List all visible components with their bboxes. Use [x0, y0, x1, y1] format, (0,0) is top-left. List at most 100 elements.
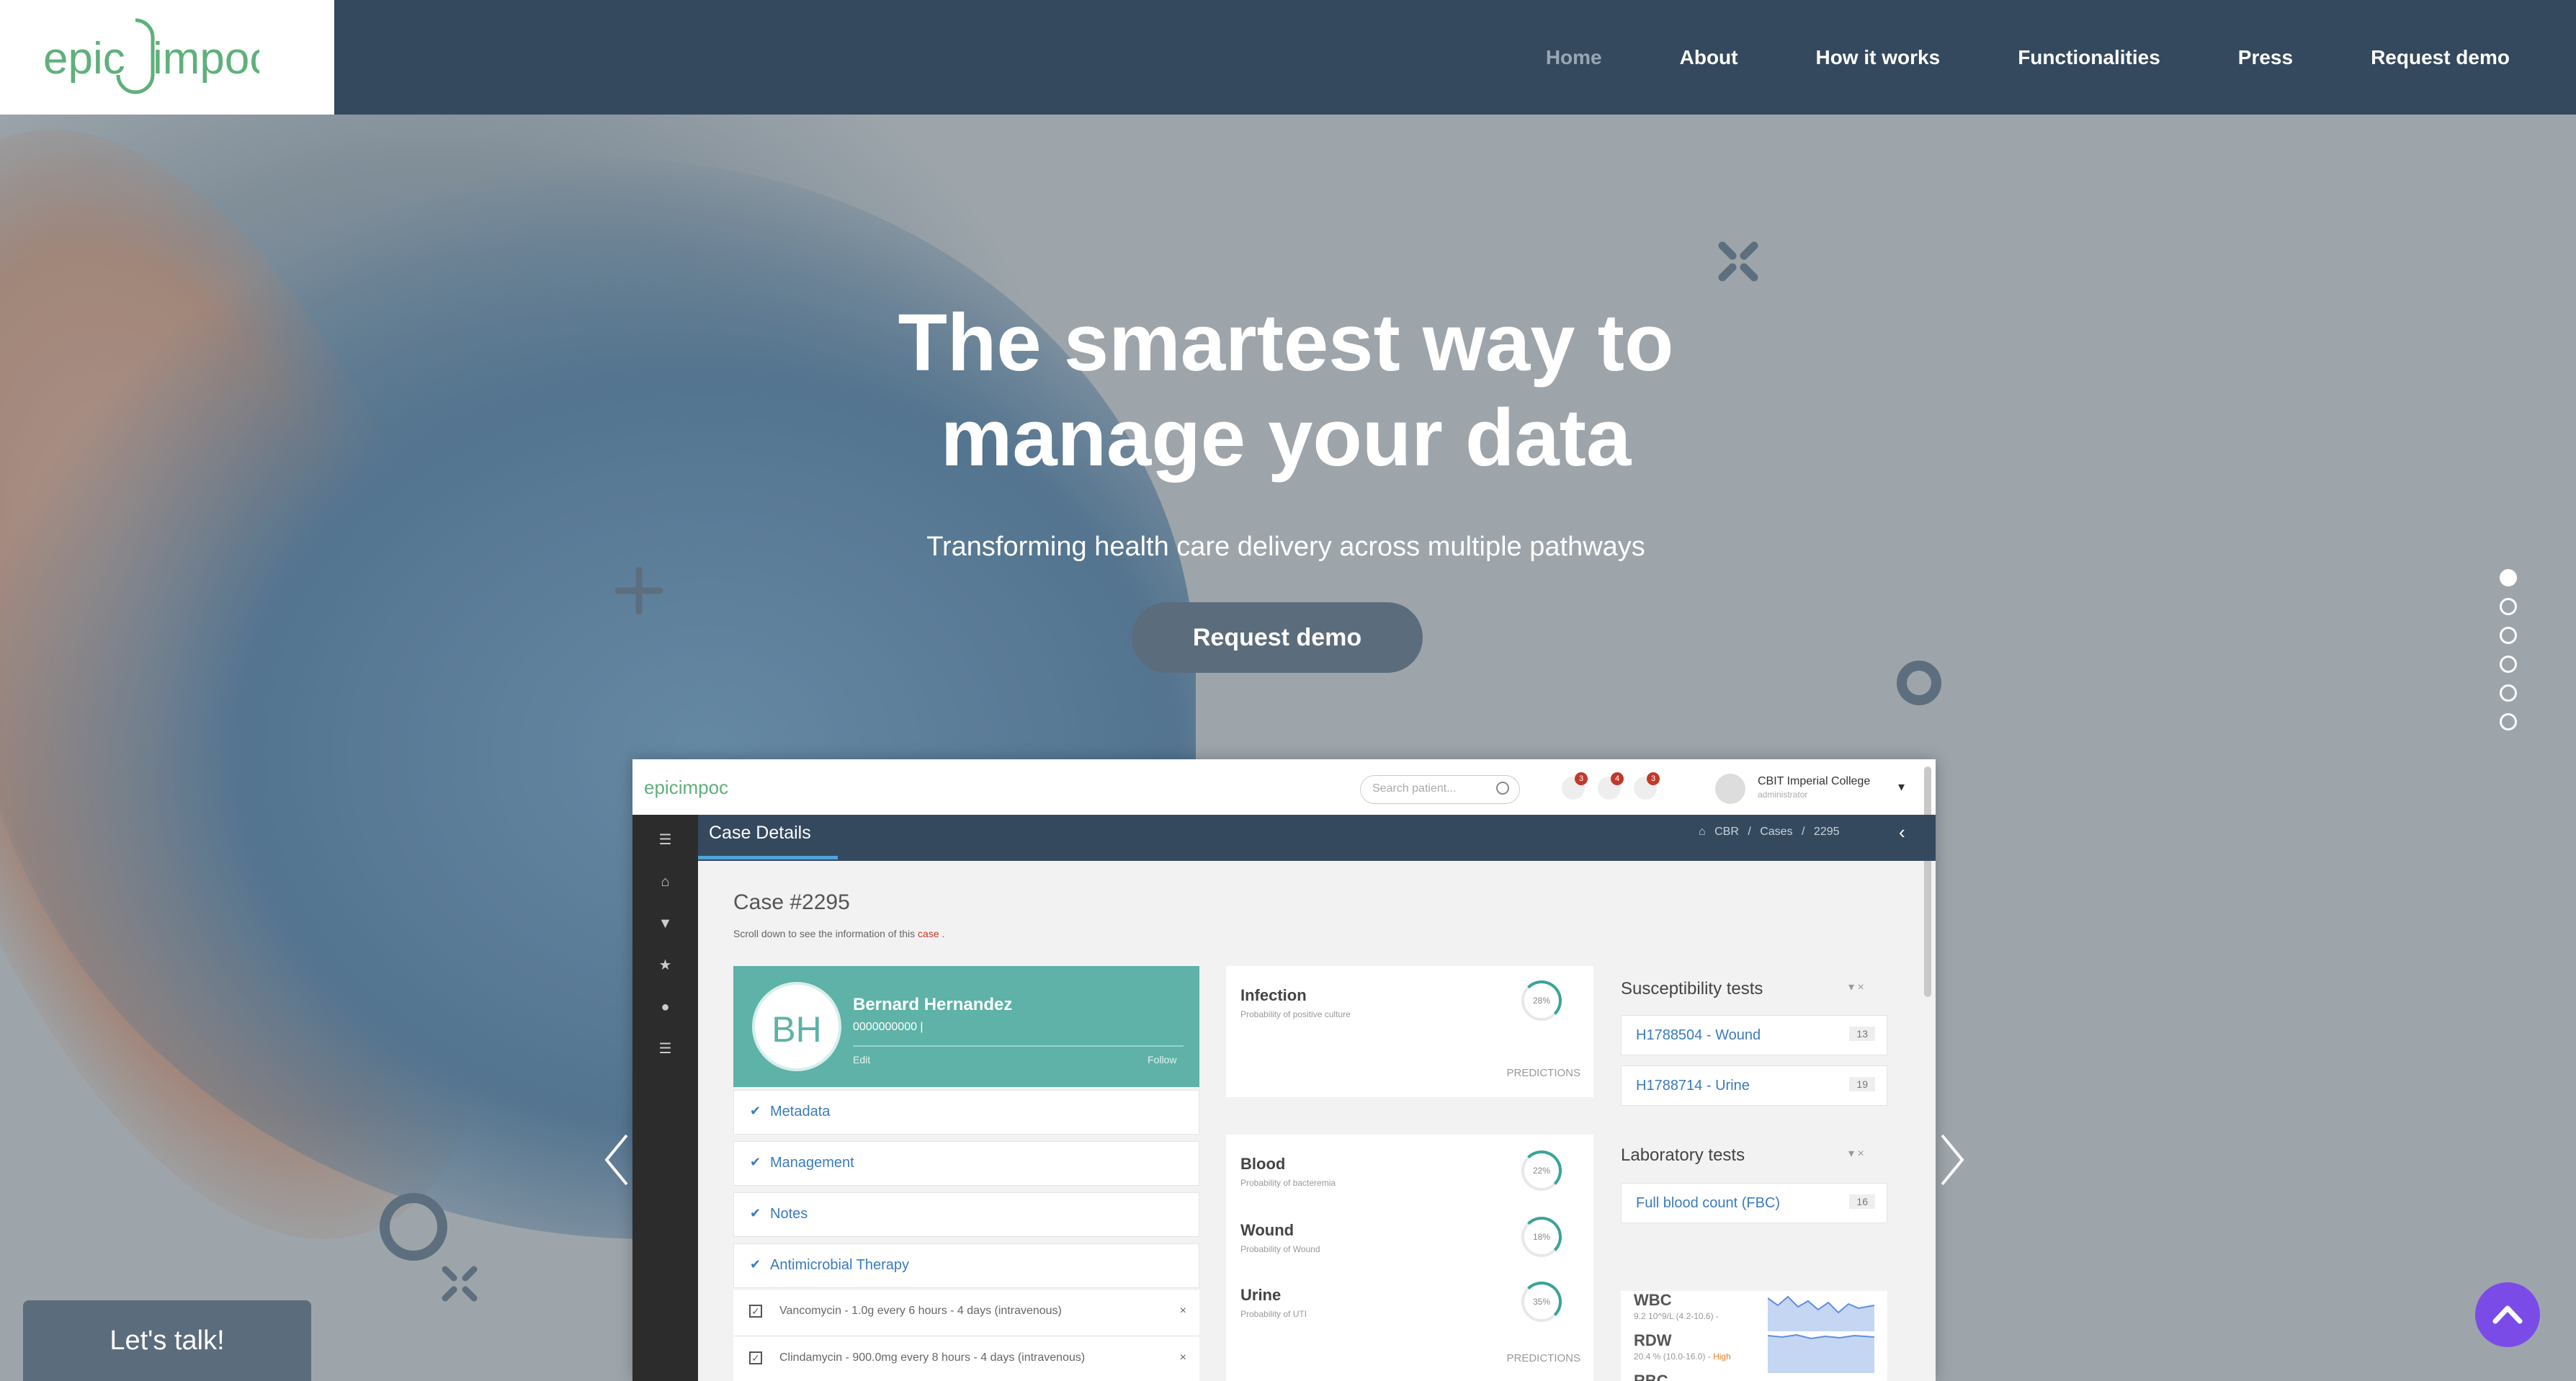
- case-subtitle-text: Scroll down to see the information of th…: [733, 928, 916, 939]
- app-search-placeholder: Search patient...: [1372, 782, 1457, 795]
- menu-icon[interactable]: ☰: [658, 832, 674, 848]
- badge-bell: 3: [1647, 772, 1660, 785]
- collapse-icon-2[interactable]: ▾ ×: [1848, 1146, 1864, 1161]
- section-metadata[interactable]: ✔ Metadata: [733, 1090, 1199, 1135]
- section-label: Antimicrobial Therapy: [770, 1257, 910, 1273]
- check-icon: ✔: [750, 1155, 761, 1169]
- section-management[interactable]: ✔ Management: [733, 1141, 1199, 1186]
- urine-gauge: 35%: [1521, 1282, 1562, 1322]
- slide-dot-6[interactable]: [2500, 713, 2517, 730]
- slide-dot-5[interactable]: [2500, 684, 2517, 702]
- section-label: Management: [770, 1155, 854, 1171]
- patient-card: BH Bernard Hernandez 0000000000 | Edit F…: [733, 966, 1199, 1087]
- home-icon[interactable]: ⌂: [658, 874, 674, 890]
- hero-title-line1: The smartest way to: [898, 298, 1674, 388]
- carousel-prev-icon[interactable]: [602, 1131, 631, 1189]
- section-notes[interactable]: ✔ Notes: [733, 1192, 1199, 1237]
- breadcrumb[interactable]: ⌂ CBR / Cases / 2295: [1699, 826, 1840, 839]
- nav-press[interactable]: Press: [2238, 46, 2293, 69]
- patient-divider: [853, 1045, 1184, 1047]
- med-checkbox-1[interactable]: ✓: [749, 1305, 762, 1318]
- nav-about[interactable]: About: [1680, 46, 1738, 69]
- nav-home[interactable]: Home: [1546, 46, 1602, 69]
- search-icon: [1496, 782, 1509, 795]
- app-search-input[interactable]: Search patient...: [1360, 775, 1520, 804]
- app-preview: epicimpoc Search patient... 3 4 3 CBIT I…: [632, 759, 1936, 1381]
- chevron-down-icon[interactable]: ▾: [1898, 779, 1905, 795]
- logo-container[interactable]: epic impoc: [0, 0, 334, 115]
- wound-gauge: 18%: [1521, 1217, 1562, 1257]
- app-logo: epicimpoc: [644, 777, 728, 798]
- check-icon: ✔: [750, 1104, 761, 1118]
- lab-item-label: Full blood count (FBC): [1636, 1195, 1781, 1211]
- remove-icon[interactable]: ×: [1180, 1351, 1186, 1364]
- susceptibility-item-1-count: 13: [1849, 1027, 1875, 1041]
- nav-functionalities[interactable]: Functionalities: [2018, 46, 2160, 69]
- slide-indicators: [2500, 569, 2521, 742]
- check-icon: ✔: [750, 1206, 761, 1220]
- back-chevron-icon[interactable]: ‹: [1899, 821, 1905, 844]
- request-demo-button[interactable]: Request demo: [1132, 602, 1423, 673]
- lab-row-rbc-name: RBC: [1634, 1372, 1668, 1381]
- lab-item-fbc[interactable]: Full blood count (FBC) 16: [1621, 1183, 1887, 1223]
- chevron-up-icon: [2492, 1305, 2523, 1324]
- hero-title: The smartest way to manage your data: [720, 295, 1851, 486]
- users-icon[interactable]: ●: [658, 999, 674, 1015]
- wbc-sparkline: [1768, 1295, 1874, 1331]
- patient-name: Bernard Hernandez: [853, 995, 1013, 1014]
- infection-gauge: 28%: [1521, 980, 1562, 1021]
- patient-edit-link[interactable]: Edit: [853, 1054, 870, 1065]
- lab-row-wbc-name: WBC: [1634, 1291, 1672, 1309]
- bug-icon[interactable]: ★: [658, 957, 674, 973]
- app-notification-icons: 3 4 3: [1562, 772, 1660, 800]
- wound-title: Wound: [1240, 1221, 1294, 1239]
- slide-dot-1[interactable]: [2500, 569, 2517, 586]
- slide-dot-4[interactable]: [2500, 656, 2517, 673]
- svg-text:epicimpoc: epicimpoc: [644, 777, 728, 798]
- check-icon: ✔: [750, 1257, 761, 1271]
- lets-talk-chat-button[interactable]: Let's talk!: [23, 1300, 311, 1381]
- cases-icon[interactable]: 3: [1562, 772, 1588, 800]
- mail-icon[interactable]: 4: [1598, 772, 1624, 800]
- med-row-1: ✓ Vancomycin - 1.0g every 6 hours - 4 day…: [733, 1290, 1199, 1335]
- nav-request-demo[interactable]: Request demo: [2371, 46, 2510, 69]
- back-to-top-button[interactable]: [2475, 1282, 2540, 1347]
- carousel-next-icon[interactable]: [1938, 1131, 1967, 1189]
- bell-icon[interactable]: 3: [1634, 772, 1660, 800]
- susceptibility-item-1[interactable]: H1788504 - Wound 13: [1621, 1015, 1887, 1055]
- lab-row-rdw-name: RDW: [1634, 1331, 1672, 1349]
- collapse-icon[interactable]: ▾ ×: [1848, 980, 1864, 994]
- patient-follow-link[interactable]: Follow: [1148, 1054, 1176, 1065]
- slide-dot-2[interactable]: [2500, 598, 2517, 615]
- user-org: CBIT Imperial College: [1758, 775, 1871, 787]
- epicimpoc-logo[interactable]: epic impoc: [43, 13, 259, 101]
- case-title: Case #2295: [733, 890, 850, 914]
- wound-sub: Probability of Wound: [1240, 1244, 1320, 1254]
- badge-cases: 3: [1575, 772, 1588, 785]
- infection-sub: Probability of positive culture: [1240, 1009, 1351, 1019]
- section-antimicrobial-therapy[interactable]: ✔ Antimicrobial Therapy: [733, 1243, 1199, 1288]
- filter-icon[interactable]: ▼: [658, 916, 674, 931]
- app-sidebar: ☰ ⌂ ▼ ★ ● ☰: [632, 815, 698, 1381]
- infection-prediction-card: Infection Probability of positive cultur…: [1226, 966, 1593, 1097]
- section-label: Notes: [770, 1206, 808, 1222]
- app-scrollbar[interactable]: [1924, 767, 1931, 997]
- cross-decoration-icon: [1718, 241, 1758, 282]
- cross-decoration-icon-2: [442, 1266, 478, 1302]
- med-label-1: Vancomycin - 1.0g every 6 hours - 4 days…: [779, 1305, 1062, 1317]
- lab-results: WBC 9.2 10^9/L (4.2-10.6) - RDW 20.4 % (…: [1621, 1291, 1887, 1381]
- case-word[interactable]: case: [918, 928, 939, 939]
- patient-id: 0000000000 |: [853, 1021, 923, 1033]
- lab-row-rdw-range: 20.4 % (10.0-16.0) -: [1634, 1351, 1711, 1362]
- med-label-2: Clindamycin - 900.0mg every 8 hours - 4 …: [779, 1351, 1086, 1364]
- remove-icon[interactable]: ×: [1180, 1305, 1186, 1318]
- laboratory-title: Laboratory tests: [1621, 1145, 1745, 1165]
- ring-decoration-icon-2: [380, 1193, 447, 1261]
- med-checkbox-2[interactable]: ✓: [749, 1351, 762, 1364]
- user-avatar[interactable]: [1715, 774, 1745, 804]
- slide-dot-3[interactable]: [2500, 627, 2517, 644]
- susceptibility-title: Susceptibility tests: [1621, 979, 1763, 998]
- list-icon[interactable]: ☰: [658, 1041, 674, 1057]
- nav-how-it-works[interactable]: How it works: [1815, 46, 1940, 69]
- susceptibility-item-2[interactable]: H1788714 - Urine 19: [1621, 1065, 1887, 1106]
